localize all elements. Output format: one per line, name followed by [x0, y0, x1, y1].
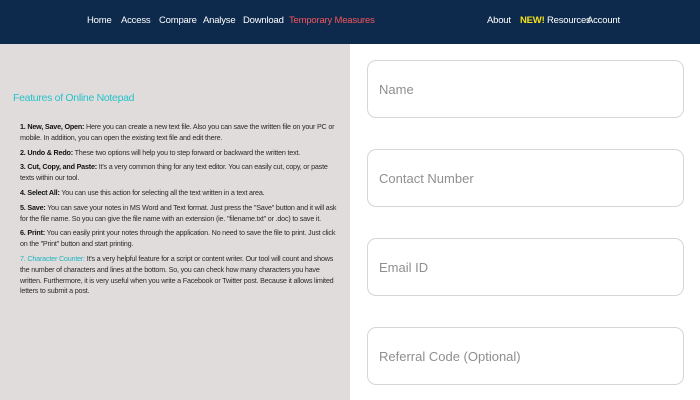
name-field — [367, 60, 684, 118]
nav-account[interactable]: Account — [587, 15, 620, 26]
feature-item: 7. Character Counter: It's a very helpfu… — [20, 253, 334, 296]
feature-item: 3. Cut, Copy, and Paste: It's a very com… — [20, 162, 328, 183]
nav-resources[interactable]: NEW! Resources — [520, 15, 591, 26]
top-navigation-bar: Home Access Compare Analyse Download Tem… — [0, 0, 700, 44]
contact-number-field — [367, 149, 684, 207]
nav-resources-label: Resources — [546, 15, 591, 26]
feature-item: 4. Select All: You can use this action f… — [20, 187, 265, 197]
nav-compare[interactable]: Compare — [159, 15, 197, 26]
nav-analyse[interactable]: Analyse — [203, 15, 236, 26]
feature-item: 5. Save: You can save your notes in MS W… — [20, 202, 337, 223]
nav-about[interactable]: About — [487, 15, 511, 26]
features-list: 1. New, Save, Open: Here you can create … — [20, 122, 338, 301]
new-badge: NEW! — [520, 15, 545, 26]
referral-code-input[interactable] — [368, 328, 683, 384]
feature-item: 6. Print: You can easily print your note… — [20, 228, 336, 249]
email-input[interactable] — [368, 239, 683, 295]
name-input[interactable] — [368, 61, 683, 117]
referral-code-field — [367, 327, 684, 385]
features-heading: Features of Online Notepad — [13, 92, 135, 104]
feature-item: 1. New, Save, Open: Here you can create … — [20, 122, 335, 142]
contact-number-input[interactable] — [368, 150, 683, 206]
feature-item: 2. Undo & Redo: These two options will h… — [20, 147, 301, 157]
nav-temporary-measures[interactable]: Temporary Measures — [289, 15, 375, 26]
nav-access[interactable]: Access — [121, 15, 151, 26]
email-field — [367, 238, 684, 296]
nav-home[interactable]: Home — [87, 15, 112, 26]
nav-download[interactable]: Download — [243, 15, 284, 26]
